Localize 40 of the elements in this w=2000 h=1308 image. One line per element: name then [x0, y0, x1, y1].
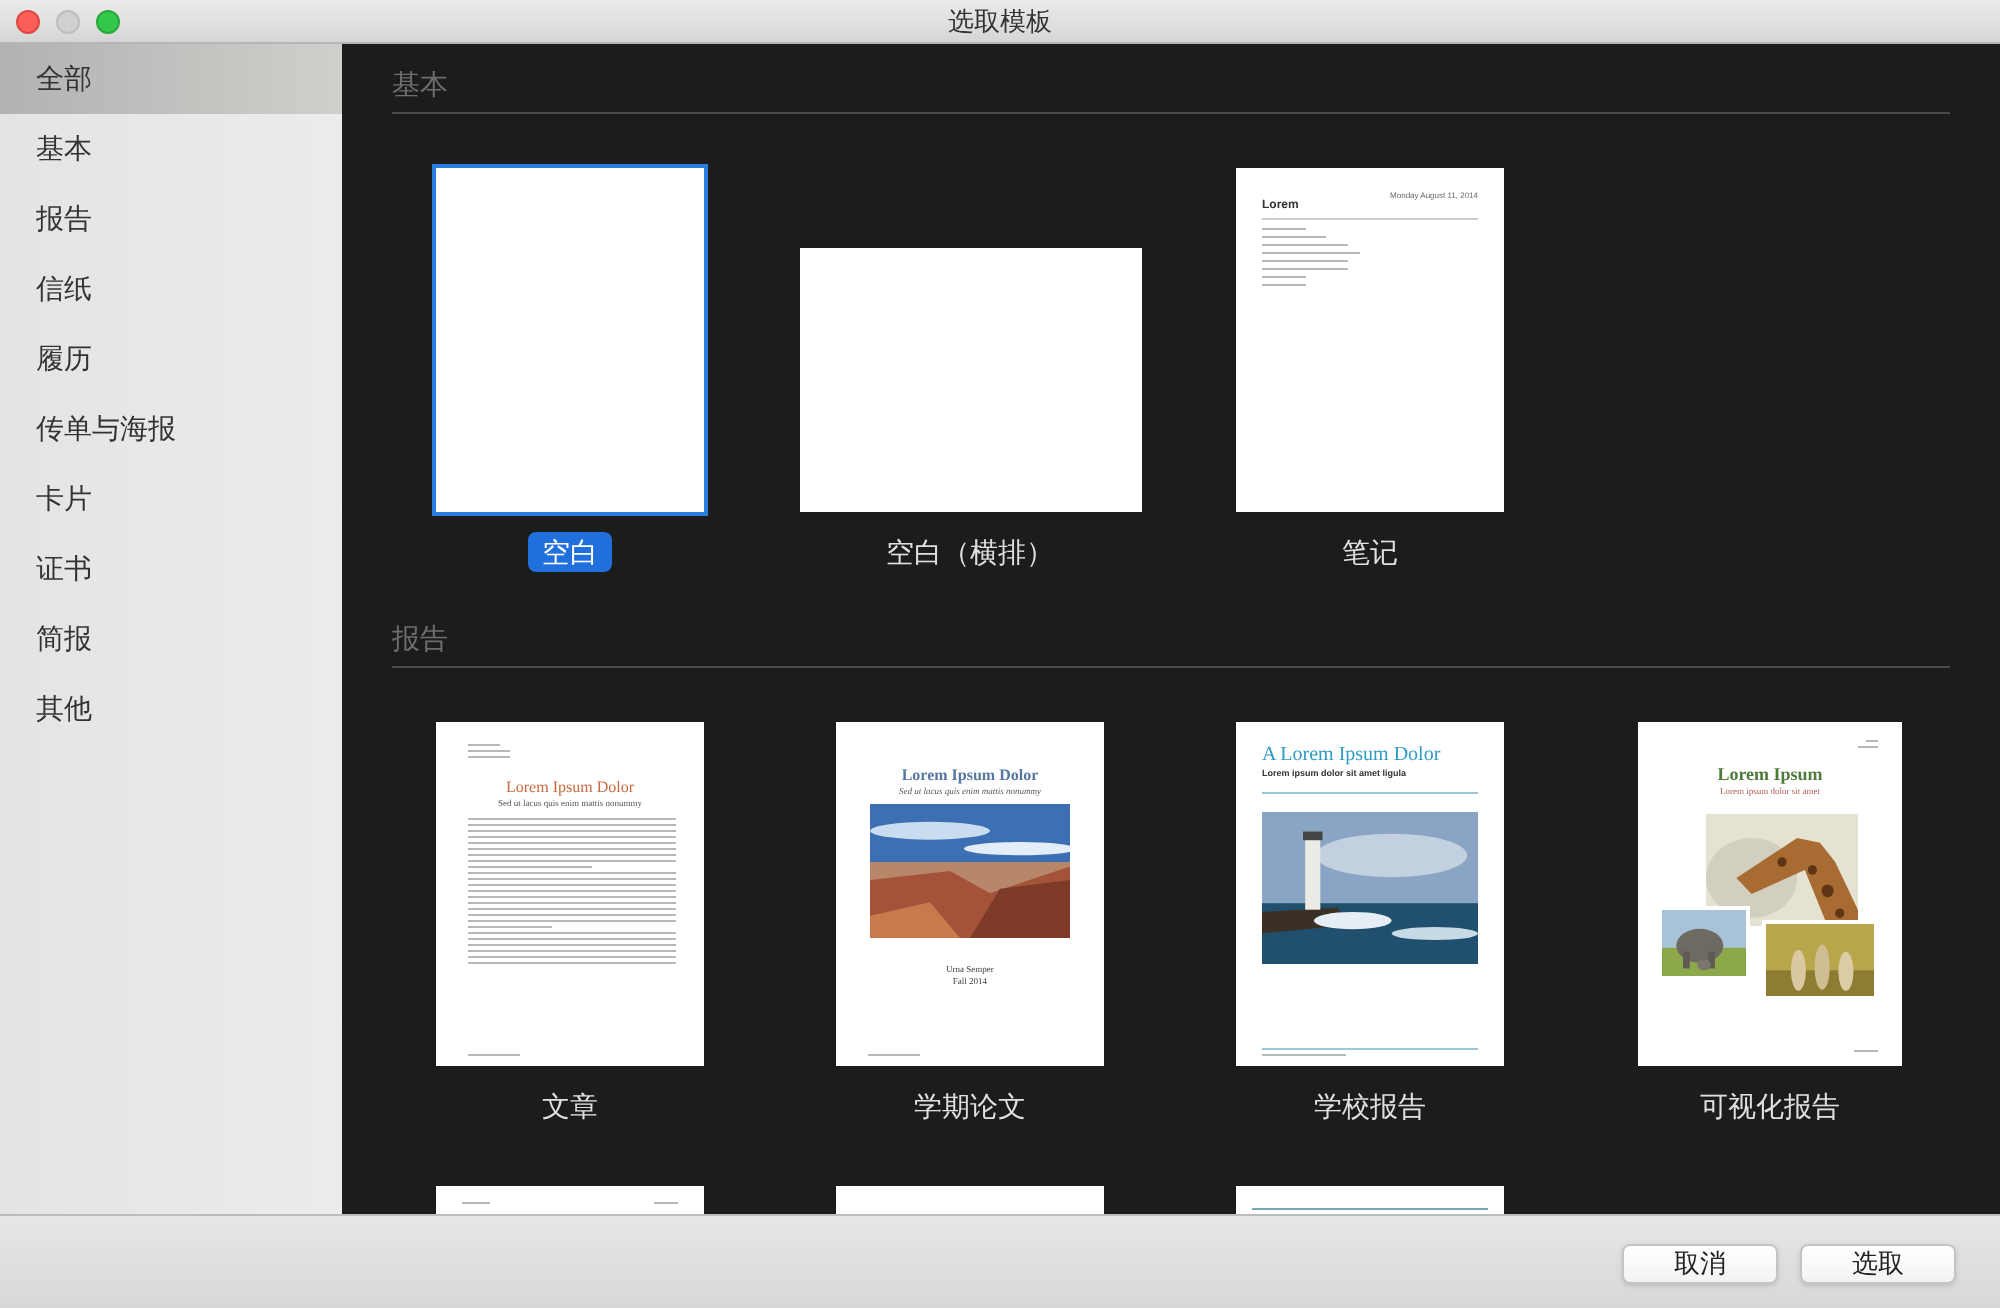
text-lines-drawing	[468, 744, 510, 758]
sidebar-item[interactable]: 简报	[0, 604, 342, 674]
text-lines-drawing	[1858, 740, 1878, 748]
text-lines-drawing	[1262, 1054, 1346, 1056]
text-lines-drawing	[468, 1054, 520, 1056]
text-lines-drawing	[654, 1202, 678, 1204]
template-label: 空白（横排）	[884, 534, 1056, 572]
template-thumbnail[interactable]	[799, 248, 1141, 512]
sidebar-item[interactable]: 传单与海报	[0, 394, 342, 464]
sidebar-item[interactable]: 其他	[0, 674, 342, 744]
text-lines-drawing	[1262, 228, 1360, 286]
template-label: 空白	[528, 532, 612, 572]
dialog-button[interactable]: 选取	[1800, 1244, 1956, 1284]
sidebar-item[interactable]: 报告	[0, 184, 342, 254]
section-heading: 报告	[392, 620, 450, 658]
template-thumbnail[interactable]	[436, 168, 704, 512]
sidebar-item[interactable]: 履历	[0, 324, 342, 394]
template-label: 文章	[540, 1088, 600, 1126]
dialog-button[interactable]: 取消	[1622, 1244, 1778, 1284]
sidebar-item[interactable]: 卡片	[0, 464, 342, 534]
close-button[interactable]	[16, 10, 40, 34]
thumbnail-heading: A Lorem Ipsum Dolor	[1262, 744, 1443, 768]
thumbnail-heading: Lorem Ipsum	[1717, 764, 1823, 786]
template-label: 学校报告	[1312, 1088, 1428, 1126]
zoom-button[interactable]	[96, 10, 120, 34]
template-label: 学期论文	[912, 1088, 1028, 1126]
text-lines-drawing	[868, 1054, 920, 1056]
thumbnail-heading: Lorem Ipsum Dolor	[504, 778, 636, 798]
text-lines-drawing	[1854, 1050, 1878, 1052]
sidebar-item[interactable]: 信纸	[0, 254, 342, 324]
section-heading: 基本	[392, 66, 450, 104]
template-label: 可视化报告	[1698, 1088, 1842, 1126]
window-title: 选取模板	[948, 3, 1052, 40]
thumbnail-heading: Lorem Ipsum Dolor	[901, 766, 1039, 786]
sidebar-item[interactable]: 全部	[0, 44, 342, 114]
template-label: 笔记	[1340, 534, 1400, 572]
sidebar-item[interactable]: 证书	[0, 534, 342, 604]
minimize-button[interactable]	[56, 10, 80, 34]
text-lines-drawing	[462, 1202, 490, 1204]
sidebar-item[interactable]: 基本	[0, 114, 342, 184]
